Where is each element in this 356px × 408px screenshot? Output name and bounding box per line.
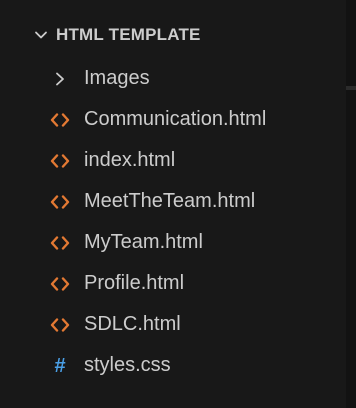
file-item-profile[interactable]: Profile.html [0,263,346,304]
chevron-right-icon[interactable] [50,69,70,89]
file-item-styles[interactable]: # styles.css [0,345,346,386]
file-label: MyTeam.html [84,231,203,253]
chevron-down-icon[interactable] [34,28,48,42]
file-item-communication[interactable]: Communication.html [0,99,346,140]
file-item-myteam[interactable]: MyTeam.html [0,222,346,263]
file-label: MeetTheTeam.html [84,190,256,212]
file-label: styles.css [84,354,171,376]
file-item-meettheteam[interactable]: MeetTheTeam.html [0,181,346,222]
file-label: Communication.html [84,108,267,130]
html-file-icon [50,151,70,171]
folder-title: HTML TEMPLATE [56,25,201,44]
folder-item-images[interactable]: Images [0,58,346,99]
editor-edge [346,0,356,408]
file-item-sdlc[interactable]: SDLC.html [0,304,346,345]
file-label: Profile.html [84,272,185,294]
html-file-icon [50,315,70,335]
folder-header[interactable]: HTML TEMPLATE [0,18,346,52]
explorer-panel: HTML TEMPLATE Images Communication.html [0,0,346,408]
file-label: SDLC.html [84,313,181,335]
html-file-icon [50,233,70,253]
html-file-icon [50,110,70,130]
file-label: Images [84,67,150,89]
css-file-icon: # [50,356,70,376]
file-tree: Images Communication.html index.html Mee… [0,58,346,386]
html-file-icon [50,274,70,294]
file-label: index.html [84,149,176,171]
scroll-indicator[interactable] [346,86,356,90]
html-file-icon [50,192,70,212]
css-hash-glyph: # [54,354,66,377]
file-item-index[interactable]: index.html [0,140,346,181]
